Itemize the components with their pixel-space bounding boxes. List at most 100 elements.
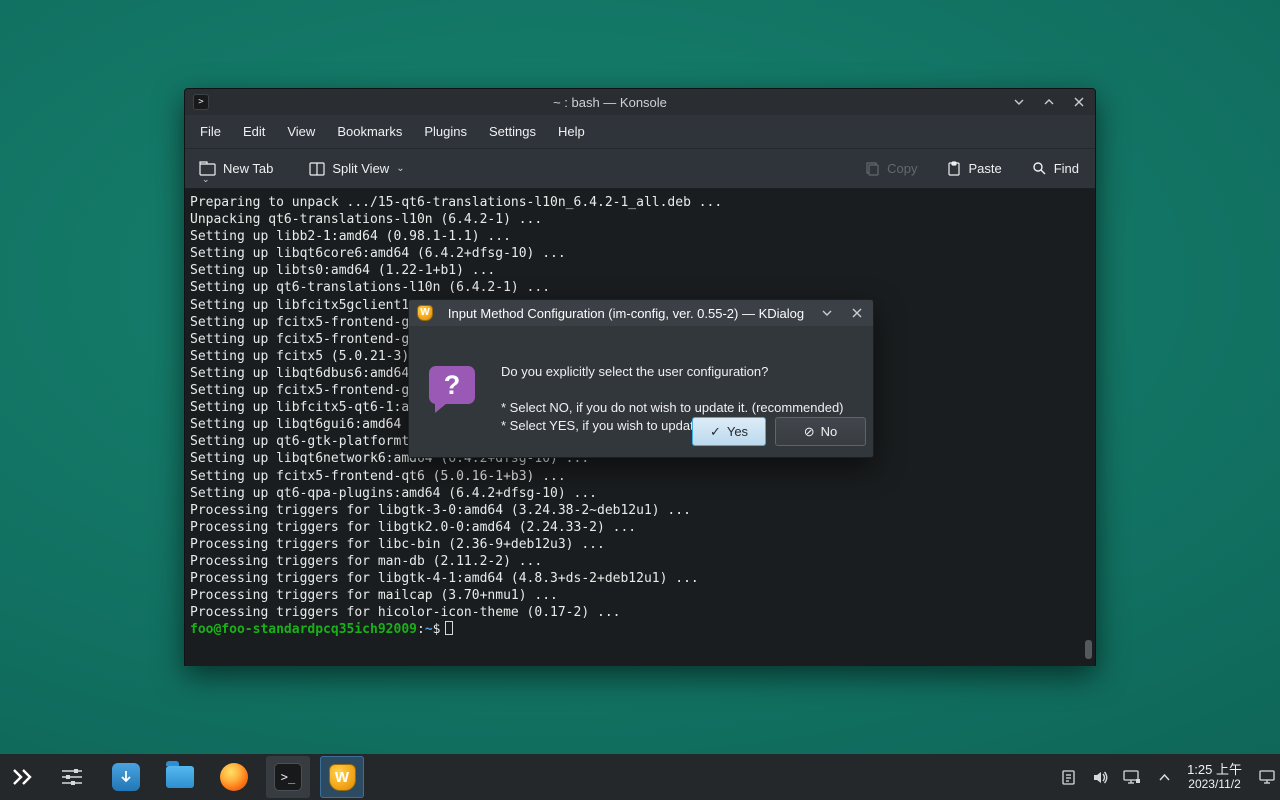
terminal-line: Setting up fcitx5-frontend-qt6 (5.0.16-1… — [190, 468, 1083, 485]
terminal-line: Unpacking qt6-translations-l10n (6.4.2-1… — [190, 211, 1083, 228]
terminal-line: Processing triggers for mailcap (3.70+nm… — [190, 587, 1083, 604]
menu-plugins[interactable]: Plugins — [413, 115, 478, 148]
close-button[interactable] — [1071, 94, 1087, 110]
menu-edit[interactable]: Edit — [232, 115, 276, 148]
volume-tray-button[interactable] — [1091, 768, 1109, 786]
sliders-icon — [61, 768, 83, 786]
kdialog-more-button[interactable] — [819, 305, 835, 321]
split-view-label: Split View — [332, 161, 389, 176]
folder-icon — [166, 766, 194, 788]
kdialog-title: Input Method Configuration (im-config, v… — [433, 306, 819, 321]
find-label: Find — [1054, 161, 1079, 176]
terminal-line: Processing triggers for libgtk-3-0:amd64… — [190, 502, 1083, 519]
dialog-option-no-text: * Select NO, if you do not wish to updat… — [501, 400, 844, 415]
kdialog-close-button[interactable] — [849, 305, 865, 321]
yes-button[interactable]: ✓ Yes — [692, 417, 766, 446]
menu-bar: FileEditViewBookmarksPluginsSettingsHelp — [185, 115, 1095, 149]
toolbar: ⌄ New Tab Split View ⌄ Copy — [185, 149, 1095, 189]
terminal-line: Setting up libts0:amd64 (1.22-1+b1) ... — [190, 262, 1083, 279]
system-tray — [1059, 768, 1173, 786]
dolphin-launcher[interactable] — [158, 756, 202, 798]
clock-time: 1:25 上午 — [1187, 762, 1242, 777]
terminal-line: Setting up libqt6core6:amd64 (6.4.2+dfsg… — [190, 245, 1083, 262]
terminal-line: Processing triggers for libgtk-4-1:amd64… — [190, 570, 1083, 587]
check-icon: ✓ — [710, 425, 721, 438]
terminal-line: Setting up qt6-translations-l10n (6.4.2-… — [190, 279, 1083, 296]
new-tab-button[interactable]: ⌄ New Tab — [199, 161, 273, 176]
menu-file[interactable]: File — [189, 115, 232, 148]
desktop: > ~ : bash — Konsole FileEditViewBookmar… — [0, 0, 1280, 800]
new-tab-caret-icon: ⌄ — [202, 174, 210, 185]
prompt-user-host: foo@foo-standardpcq35ich92009 — [190, 622, 417, 637]
paste-label: Paste — [968, 161, 1001, 176]
konsole-icon: >_ — [274, 763, 302, 791]
copy-icon — [865, 161, 880, 176]
copy-button: Copy — [865, 161, 917, 176]
find-button[interactable]: Find — [1032, 161, 1079, 176]
terminal-line: Processing triggers for man-db (2.11.2-2… — [190, 553, 1083, 570]
terminal-line: Setting up qt6-qpa-plugins:amd64 (6.4.2+… — [190, 485, 1083, 502]
menu-bookmarks[interactable]: Bookmarks — [326, 115, 413, 148]
terminal-cursor — [445, 621, 453, 635]
kdialog-body: ? Do you explicitly select the user conf… — [409, 326, 873, 458]
discover-icon — [112, 763, 140, 791]
clock-date: 2023/11/2 — [1187, 777, 1242, 792]
menu-view[interactable]: View — [276, 115, 326, 148]
im-config-icon: W — [329, 764, 356, 791]
prohibit-icon: ⊘ — [804, 425, 815, 438]
clipboard-icon — [1061, 769, 1076, 785]
kdialog-task[interactable]: W — [320, 756, 364, 798]
paste-icon — [947, 161, 961, 176]
split-view-icon — [309, 162, 325, 176]
launcher-icon — [10, 767, 34, 787]
minimize-button[interactable] — [1011, 94, 1027, 110]
clipboard-tray-button[interactable] — [1059, 768, 1077, 786]
discover-launcher[interactable] — [104, 756, 148, 798]
kdialog-window: W Input Method Configuration (im-config,… — [408, 299, 874, 458]
paste-button[interactable]: Paste — [947, 161, 1001, 176]
dialog-question-text: Do you explicitly select the user config… — [501, 364, 768, 379]
menu-help[interactable]: Help — [547, 115, 596, 148]
no-button-label: No — [821, 424, 838, 439]
app-launcher-button[interactable] — [0, 754, 44, 800]
dialog-option-yes-text: * Select YES, if you wish to update it. — [501, 418, 715, 433]
konsole-task[interactable]: >_ — [266, 756, 310, 798]
prompt-dollar: $ — [433, 622, 441, 637]
split-view-caret-icon: ⌄ — [396, 164, 404, 174]
display-icon — [1123, 769, 1141, 785]
maximize-button[interactable] — [1041, 94, 1057, 110]
yes-button-label: Yes — [727, 424, 748, 439]
window-title: ~ : bash — Konsole — [209, 95, 1011, 110]
kdialog-titlebar[interactable]: W Input Method Configuration (im-config,… — [409, 300, 873, 326]
digital-clock[interactable]: 1:25 上午 2023/11/2 — [1187, 762, 1242, 792]
terminal-line: Processing triggers for libc-bin (2.36-9… — [190, 536, 1083, 553]
prompt-colon: : — [417, 622, 425, 637]
task-manager-settings-button[interactable] — [54, 754, 90, 800]
konsole-app-icon: > — [193, 94, 209, 110]
terminal-prompt-line: foo@foo-standardpcq35ich92009:~$ — [190, 621, 1083, 638]
firefox-icon — [220, 763, 248, 791]
prompt-path: ~ — [425, 622, 433, 637]
kdialog-app-icon: W — [417, 305, 433, 321]
desktop-icon — [1259, 770, 1275, 784]
konsole-titlebar[interactable]: > ~ : bash — Konsole — [185, 89, 1095, 115]
terminal-line: Processing triggers for hicolor-icon-the… — [190, 604, 1083, 621]
no-button[interactable]: ⊘ No — [775, 417, 866, 446]
firefox-launcher[interactable] — [212, 756, 256, 798]
terminal-line: Setting up libb2-1:amd64 (0.98.1-1.1) ..… — [190, 228, 1083, 245]
display-tray-button[interactable] — [1123, 768, 1141, 786]
copy-label: Copy — [887, 161, 917, 176]
new-tab-label: New Tab — [223, 161, 273, 176]
menu-settings[interactable]: Settings — [478, 115, 547, 148]
terminal-scrollbar-thumb[interactable] — [1085, 640, 1092, 659]
taskbar: >_ W — [0, 754, 1280, 800]
terminal-line: Preparing to unpack .../15-qt6-translati… — [190, 194, 1083, 211]
question-mark-icon: ? — [429, 366, 475, 404]
task-icons: >_ W — [104, 756, 364, 798]
speaker-icon — [1092, 770, 1109, 785]
split-view-button[interactable]: Split View ⌄ — [309, 161, 404, 176]
terminal-line: Processing triggers for libgtk2.0-0:amd6… — [190, 519, 1083, 536]
expand-tray-button[interactable] — [1155, 768, 1173, 786]
chevron-up-icon — [1158, 773, 1171, 782]
show-desktop-button[interactable] — [1254, 754, 1280, 800]
